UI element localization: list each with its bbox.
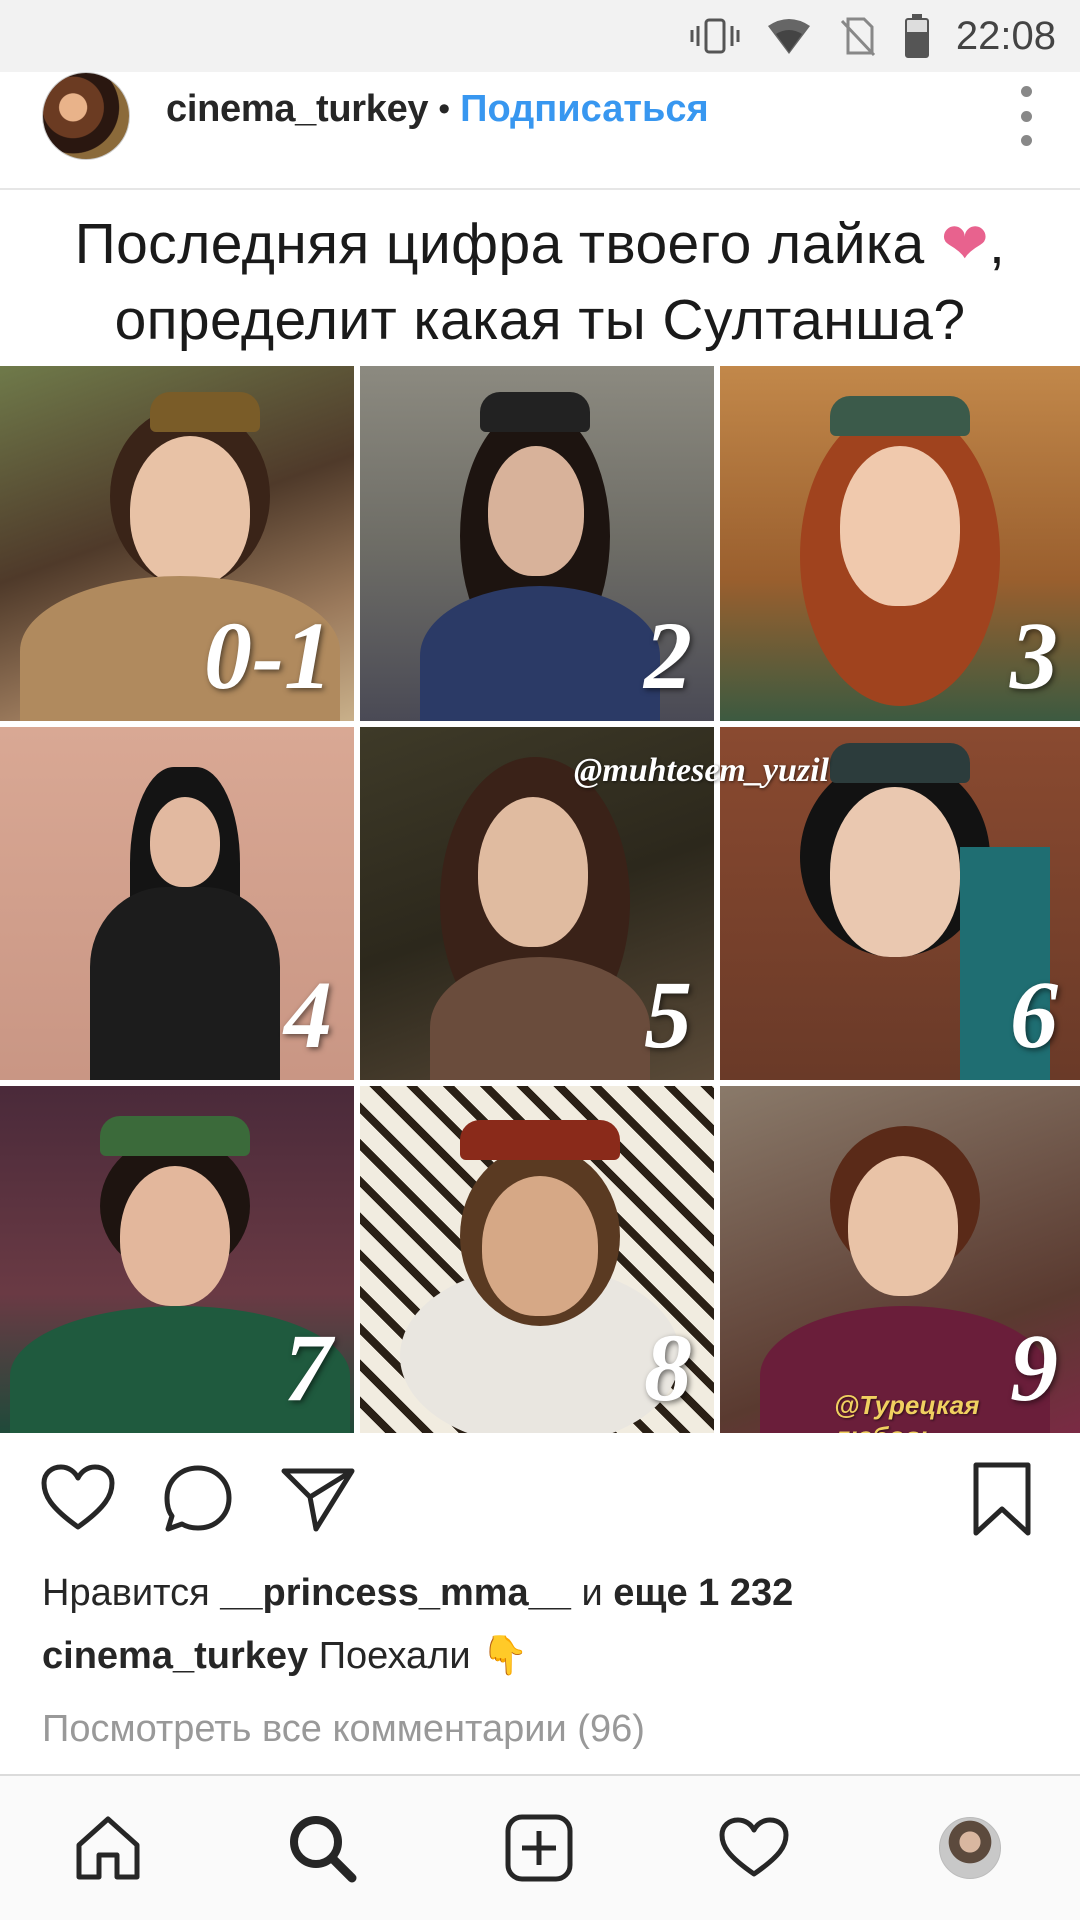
tile-3: 3 [720, 366, 1080, 721]
title-comma: , [989, 212, 1006, 276]
title-heart: ❤ [940, 212, 990, 276]
likes-count[interactable]: еще 1 232 [613, 1572, 793, 1614]
likes-conj: и [581, 1572, 603, 1614]
author-avatar[interactable] [42, 72, 130, 160]
tile-label: 4 [284, 961, 332, 1068]
share-icon[interactable] [280, 1465, 356, 1538]
sultana-grid: 0-1 2 3 4 5 6 7 8 9 [0, 366, 1080, 1433]
likes-line: Нравится __princess_mma__ и еще 1 232 [42, 1572, 793, 1615]
comment-icon[interactable] [162, 1463, 234, 1540]
pointing-down-icon: 👇 [481, 1635, 529, 1677]
header-text: cinema_turkey • Подписаться [166, 88, 709, 131]
tile-7: 7 [0, 1086, 354, 1433]
status-time: 22:08 [955, 13, 1056, 58]
status-bar: 22:08 [0, 0, 1080, 72]
like-heart-icon[interactable] [40, 1463, 116, 1538]
post-header: cinema_turkey • Подписаться [0, 72, 1080, 190]
title-line1: Последняя цифра твоего лайка [74, 212, 925, 276]
wifi-icon [766, 16, 812, 56]
tile-4: 4 [0, 727, 354, 1080]
profile-avatar[interactable] [934, 1812, 1006, 1884]
tile-9: 9 [720, 1086, 1080, 1433]
tile-label: 0-1 [204, 602, 332, 709]
separator-dot: • [438, 90, 451, 128]
add-post-icon[interactable] [503, 1812, 575, 1884]
bookmark-icon[interactable] [972, 1461, 1032, 1542]
tile-label: 6 [1010, 961, 1058, 1068]
caption-line: cinema_turkey Поехали 👇 [42, 1634, 528, 1678]
view-comments-link[interactable]: Посмотреть все комментарии (96) [42, 1708, 645, 1751]
tile-label: 7 [284, 1314, 332, 1421]
vibrate-icon [690, 16, 740, 56]
tile-label: 8 [644, 1314, 692, 1421]
status-icons: 22:08 [690, 0, 1056, 72]
activity-heart-icon[interactable] [718, 1812, 790, 1884]
battery-icon [904, 14, 930, 58]
watermark-top: @muhtesem_yuzil [574, 752, 829, 789]
tile-label: 5 [644, 961, 692, 1068]
tile-0-1: 0-1 [0, 366, 354, 721]
post-image[interactable]: Последняя цифра твоего лайка ❤, определи… [0, 190, 1080, 1433]
tile-label: 3 [1010, 602, 1058, 709]
no-sim-icon [838, 15, 878, 57]
title-line2: определит какая ты Султанша? [114, 288, 966, 352]
profile-avatar-image [939, 1817, 1001, 1879]
author-username[interactable]: cinema_turkey [166, 88, 429, 131]
likes-prefix: Нравится [42, 1572, 210, 1614]
follow-button[interactable]: Подписаться [460, 88, 708, 131]
liked-by-user[interactable]: __princess_mma__ [220, 1572, 571, 1614]
more-options-icon[interactable] [1008, 86, 1044, 146]
watermark-bottom: @Турецкая любовь [834, 1390, 980, 1433]
search-icon[interactable] [286, 1812, 358, 1884]
post-image-title: Последняя цифра твоего лайка ❤, определи… [0, 206, 1080, 358]
post-actions [0, 1433, 1080, 1563]
caption-text: Поехали [318, 1635, 471, 1677]
tile-2: 2 [360, 366, 714, 721]
home-icon[interactable] [72, 1812, 144, 1884]
tile-label: 2 [644, 602, 692, 709]
bottom-nav [0, 1774, 1080, 1920]
caption-username[interactable]: cinema_turkey [42, 1635, 308, 1677]
tile-8: 8 [360, 1086, 714, 1433]
